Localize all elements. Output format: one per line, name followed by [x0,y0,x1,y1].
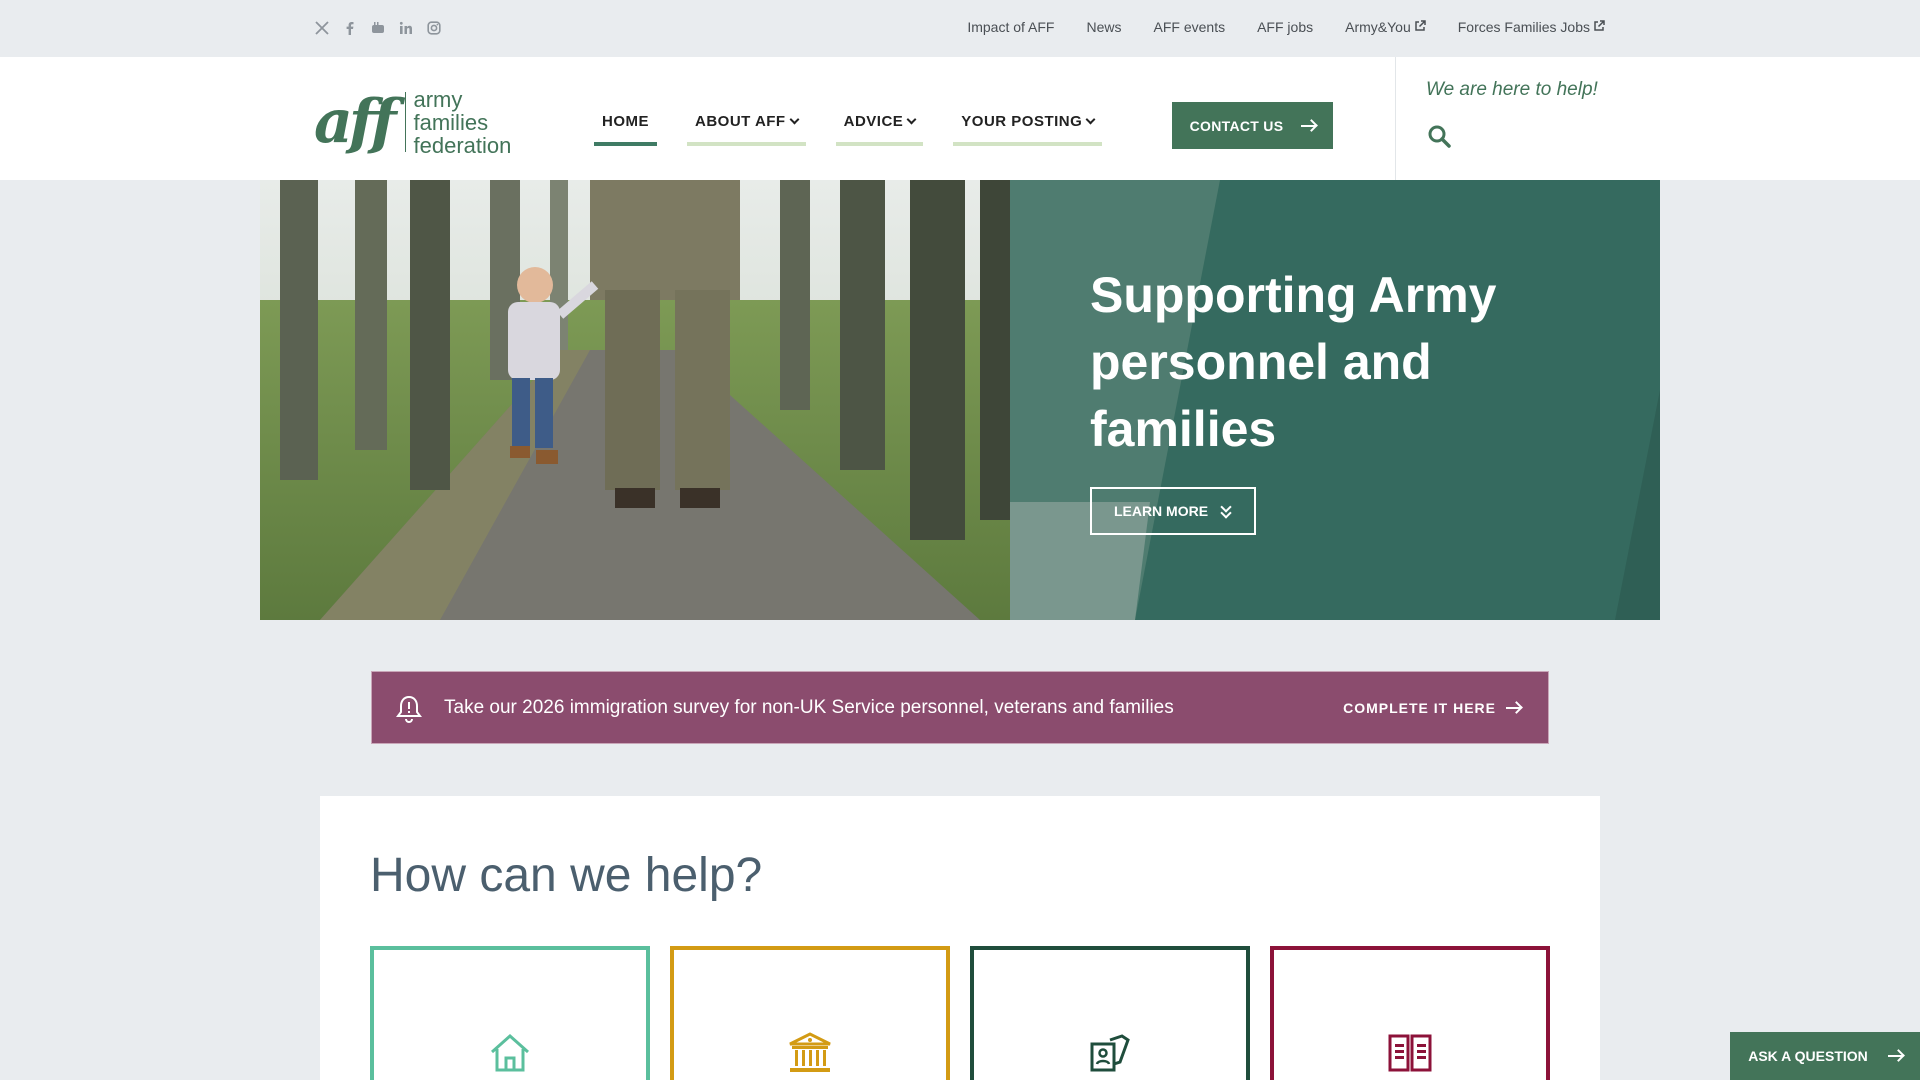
social-links [314,19,442,37]
complete-survey-label: COMPLETE IT HERE [1343,700,1496,716]
id-card-pen-icon [1090,1034,1130,1072]
nav-your-posting[interactable]: YOUR POSTING [953,107,1103,146]
nav-label: ABOUT AFF [695,113,786,130]
help-card-guides[interactable] [1270,946,1550,1080]
help-card-finance[interactable] [670,946,950,1080]
double-chevron-down-icon [1220,501,1232,519]
logo-line: families [413,109,489,135]
logo-line: federation [413,132,512,158]
nav-advice[interactable]: ADVICE [835,107,924,146]
logo-divider [404,92,406,152]
external-link-icon [1414,20,1426,31]
hero-title: Supporting Army personnel and families [1090,267,1497,457]
link-army-and-you-label: Army&You [1345,19,1411,35]
nav-about[interactable]: ABOUT AFF [687,107,806,146]
arrow-right-icon [1887,1055,1902,1057]
hero-image [260,180,1010,620]
nav-label: HOME [602,113,649,130]
arrow-right-icon [1506,707,1520,709]
how-can-we-help-section: How can we help? [320,796,1600,1080]
survey-text: Take our 2026 immigration survey for non… [444,697,1174,718]
utility-bar: Impact of AFF News AFF events AFF jobs A… [0,0,1920,57]
ask-a-question-button[interactable]: ASK A QUESTION [1730,1032,1920,1080]
hero: Supporting Army personnel and families L… [260,180,1660,620]
logo-wordmark: army families federation [414,88,512,157]
link-army-and-you[interactable]: Army&You [1345,19,1426,35]
learn-more-button[interactable]: LEARN MORE [1090,487,1256,535]
main-header: aff army families federation HOME ABOUT … [0,57,1920,180]
link-news[interactable]: News [1086,19,1121,35]
arrow-right-icon [1301,124,1316,127]
contact-us-label: CONTACT US [1189,117,1284,134]
book-icon [1388,1034,1432,1072]
instagram-icon[interactable] [426,19,442,37]
link-forces-families-jobs[interactable]: Forces Families Jobs [1458,19,1605,35]
contact-us-button[interactable]: CONTACT US [1172,102,1333,149]
youtube-icon[interactable] [370,19,386,37]
nav-home[interactable]: HOME [594,107,657,146]
nav-label: YOUR POSTING [961,113,1083,130]
link-jobs[interactable]: AFF jobs [1257,19,1313,35]
logo-mark: aff [314,87,396,157]
link-impact[interactable]: Impact of AFF [967,19,1054,35]
facebook-icon[interactable] [342,19,358,37]
main-nav: HOME ABOUT AFF ADVICE YOUR POSTING [594,107,1103,146]
header-divider [1395,57,1396,180]
learn-more-label: LEARN MORE [1113,503,1209,519]
house-icon [491,1033,529,1072]
hero-panel: Supporting Army personnel and families L… [1010,180,1660,620]
chevron-down-icon [789,114,800,124]
search-icon[interactable] [1427,124,1451,148]
x-icon[interactable] [314,19,330,37]
aff-logo[interactable]: aff army families federation [314,87,511,157]
link-events[interactable]: AFF events [1154,19,1226,35]
external-link-icon [1594,20,1605,31]
complete-survey-link[interactable]: COMPLETE IT HERE [1343,700,1520,716]
nav-label: ADVICE [843,113,904,130]
survey-banner: Take our 2026 immigration survey for non… [371,671,1549,744]
link-forces-families-jobs-label: Forces Families Jobs [1457,19,1590,35]
help-card-documents[interactable] [970,946,1250,1080]
tagline: We are here to help! [1426,79,1598,100]
ask-a-question-label: ASK A QUESTION [1748,1048,1868,1064]
linkedin-icon[interactable] [398,19,414,37]
section-title: How can we help? [370,849,763,902]
chevron-down-icon [906,114,917,124]
utility-links: Impact of AFF News AFF events AFF jobs A… [967,19,1605,35]
bell-alert-icon [396,695,422,723]
logo-line: army [413,86,463,112]
help-card-housing[interactable] [370,946,650,1080]
chevron-down-icon [1085,114,1096,124]
bank-icon [789,1032,831,1072]
